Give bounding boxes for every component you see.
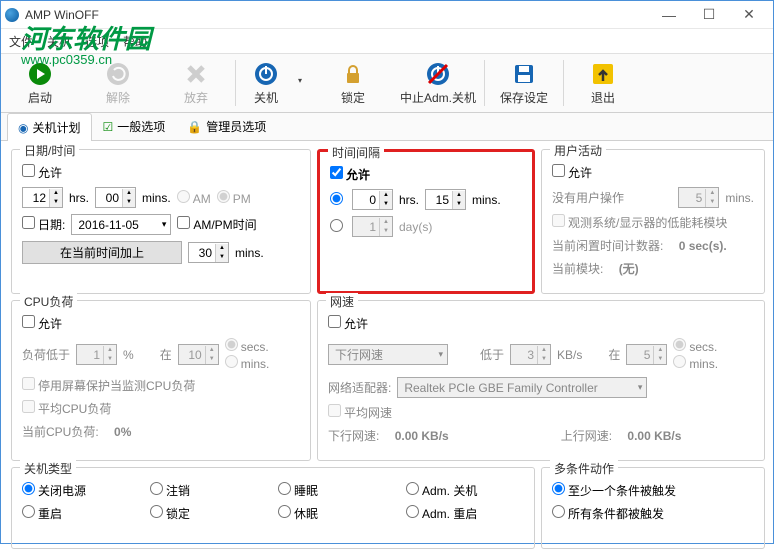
interval-minutes[interactable]: ▲▼ <box>425 189 466 210</box>
type-logout[interactable]: 注销 <box>150 482 268 499</box>
interval-days[interactable]: ▲▼ <box>352 216 393 237</box>
interval-hms-radio[interactable] <box>330 192 346 208</box>
datetime-hours[interactable]: ▲▼ <box>22 187 63 208</box>
group-shutdown-type: 关机类型 关闭电源 注销 睡眠 Adm. 关机 重启 锁定 休眠 Adm. 重启 <box>11 467 535 549</box>
cpu-in-value[interactable]: ▲▼ <box>178 344 219 365</box>
radio-pm[interactable]: PM <box>217 190 251 206</box>
cpu-secs-radio[interactable]: secs. <box>225 338 270 354</box>
add-to-current-time-button[interactable]: 在当前时间加上 <box>22 241 182 264</box>
type-lock[interactable]: 锁定 <box>150 505 268 522</box>
refresh-icon <box>105 61 131 87</box>
close-button[interactable]: ✕ <box>729 2 769 28</box>
cancel-icon <box>183 61 209 87</box>
activity-monitor-check[interactable]: 观测系统/显示器的低能耗模块 <box>552 214 727 231</box>
cpu-mins-radio[interactable]: mins. <box>225 355 270 371</box>
lock-icon: 🔒 <box>187 120 202 134</box>
type-hibernate[interactable]: 休眠 <box>278 505 396 522</box>
radio-am[interactable]: AM <box>177 190 211 206</box>
type-sleep[interactable]: 睡眠 <box>278 482 396 499</box>
tab-shutdown-plan[interactable]: ◉ 关机计划 <box>7 113 92 141</box>
toolbar-lock[interactable]: 锁定 <box>314 54 392 112</box>
interval-hours[interactable]: ▲▼ <box>352 189 393 210</box>
app-icon <box>5 8 19 22</box>
group-multi-condition: 多条件动作 至少一个条件被触发 所有条件都被触发 <box>541 467 765 549</box>
cpu-allow[interactable]: 允许 <box>22 315 62 332</box>
toolbar-save[interactable]: 保存设定 <box>485 54 563 112</box>
abort-icon <box>425 61 451 87</box>
toolbar-abandon[interactable]: 放弃 <box>157 54 235 112</box>
cpu-disable-saver[interactable]: 停用屏幕保护当监测CPU负荷 <box>22 377 195 394</box>
tab-admin-options[interactable]: 🔒 管理员选项 <box>176 112 277 140</box>
type-adm-shutdown[interactable]: Adm. 关机 <box>406 482 524 499</box>
tab-general-options[interactable]: ☑ 一般选项 <box>92 112 177 140</box>
toolbar-abort[interactable]: 中止Adm.关机 <box>392 54 484 112</box>
toolbar-exit[interactable]: 退出 <box>564 54 642 112</box>
toolbar: 启动 解除 放弃 关机 ▾ 锁定 中止Adm.关机 保存设定 退出 <box>1 53 773 113</box>
datetime-date-check[interactable]: 日期: <box>22 216 65 233</box>
net-adapter-combo[interactable]: Realtek PCIe GBE Family Controller <box>397 377 647 398</box>
datetime-add-value[interactable]: ▲▼ <box>188 242 229 263</box>
toolbar-shutdown-dropdown[interactable]: ▾ <box>296 54 314 112</box>
group-cpu: CPU负荷 允许 负荷低于 ▲▼ % 在 ▲▼ secs. mins. 停用屏幕… <box>11 300 311 461</box>
toolbar-shutdown[interactable]: 关机 <box>236 54 296 112</box>
multi-all[interactable]: 所有条件都被触发 <box>552 505 664 522</box>
group-datetime: 日期/时间 允许 ▲▼ hrs. ▲▼ mins. AM PM 日期: 2016… <box>11 149 311 294</box>
group-user-activity: 用户活动 允许 没有用户操作 ▲▼ mins. 观测系统/显示器的低能耗模块 当… <box>541 149 765 294</box>
lock-icon <box>340 61 366 87</box>
menu-options[interactable]: 选项 <box>85 33 109 50</box>
group-interval: 时间间隔 允许 ▲▼ hrs. ▲▼ mins. ▲▼ day(s) <box>317 149 535 294</box>
multi-at-least-one[interactable]: 至少一个条件被触发 <box>552 482 676 499</box>
net-mins-radio[interactable]: mins. <box>673 355 718 371</box>
group-network: 网速 允许 下行网速 低于 ▲▼ KB/s 在 ▲▼ secs. mins. 网… <box>317 300 765 461</box>
power-icon <box>253 61 279 87</box>
datetime-ampm-check[interactable]: AM/PM时间 <box>177 216 256 233</box>
maximize-button[interactable]: ☐ <box>689 2 729 28</box>
type-adm-reboot[interactable]: Adm. 重启 <box>406 505 524 522</box>
save-icon <box>511 61 537 87</box>
net-direction-combo[interactable]: 下行网速 <box>328 344 448 365</box>
power-icon: ◉ <box>18 121 28 135</box>
play-icon <box>27 61 53 87</box>
net-in-value[interactable]: ▲▼ <box>626 344 667 365</box>
toolbar-release[interactable]: 解除 <box>79 54 157 112</box>
activity-minutes[interactable]: ▲▼ <box>678 187 719 208</box>
exit-icon <box>590 61 616 87</box>
menu-help[interactable]: 帮助 <box>123 33 147 50</box>
toolbar-start[interactable]: 启动 <box>1 54 79 112</box>
window-title: AMP WinOFF <box>25 8 649 22</box>
tab-strip: ◉ 关机计划 ☑ 一般选项 🔒 管理员选项 <box>1 113 773 141</box>
interval-days-radio[interactable] <box>330 219 346 235</box>
net-secs-radio[interactable]: secs. <box>673 338 718 354</box>
menu-shutdown[interactable]: 关机 <box>47 33 71 50</box>
check-icon: ☑ <box>103 120 114 134</box>
menu-file[interactable]: 文件 <box>9 33 33 50</box>
activity-allow[interactable]: 允许 <box>552 164 592 181</box>
datetime-minutes[interactable]: ▲▼ <box>95 187 136 208</box>
datetime-date-picker[interactable]: 2016-11-05 <box>71 214 171 235</box>
net-average[interactable]: 平均网速 <box>328 404 392 421</box>
net-allow[interactable]: 允许 <box>328 315 368 332</box>
net-below-value[interactable]: ▲▼ <box>510 344 551 365</box>
type-reboot[interactable]: 重启 <box>22 505 140 522</box>
interval-allow[interactable]: 允许 <box>330 166 370 183</box>
type-poweroff[interactable]: 关闭电源 <box>22 482 140 499</box>
cpu-average[interactable]: 平均CPU负荷 <box>22 400 111 417</box>
menubar: 文件 关机 选项 帮助 <box>1 29 773 53</box>
datetime-allow[interactable]: 允许 <box>22 164 62 181</box>
cpu-percent[interactable]: ▲▼ <box>76 344 117 365</box>
minimize-button[interactable]: — <box>649 2 689 28</box>
